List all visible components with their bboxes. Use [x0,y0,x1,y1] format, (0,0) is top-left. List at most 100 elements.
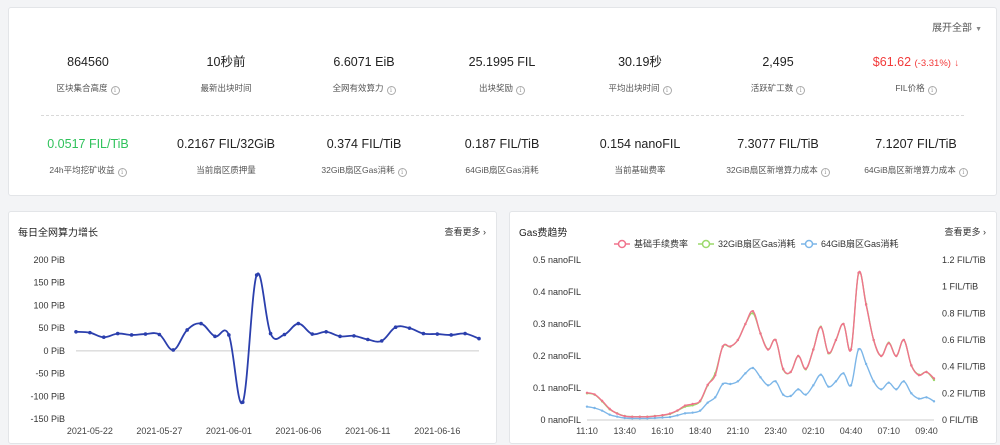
data-point [797,354,800,358]
x-tick-label: 2021-05-22 [67,426,113,436]
x-tick-label: 09:40 [915,426,938,436]
data-point [615,415,619,418]
data-point [849,384,853,387]
data-point [608,407,611,410]
info-icon[interactable]: i [662,86,672,95]
power-growth-panel: 每日全网算力增长 查看更多 › 200 PiB 150 PiB 100 PiB 50 … [8,211,497,444]
data-point [600,399,604,402]
info-icon[interactable]: i [516,86,525,95]
data-point [608,413,611,416]
left-y-tick-label: 0.4 nanoFIL [533,287,581,297]
left-y-tick-label: 0.3 nanoFIL [533,319,581,329]
data-point [282,332,287,337]
legend-marker [617,239,627,249]
data-point [676,414,679,417]
data-point [812,348,815,351]
data-point [925,396,928,399]
right-y-tick-label: 1 FIL/TiB [942,282,978,292]
data-point [781,367,785,370]
data-point [646,415,649,418]
data-point [932,400,936,403]
data-point [917,397,921,400]
data-point [744,322,747,326]
data-point [683,412,687,415]
data-point [849,348,853,351]
stat-stats_row2-2: 0.374 FIL/TiB 32GiB扇区Gas消耗 i [295,136,433,177]
data-point [668,415,672,419]
stat-stats_row2-6: 7.1207 FIL/TiB 64GiB扇区新增算力成本 i [847,136,985,177]
info-icon[interactable]: i [796,86,806,95]
gas-series-line-2 [586,347,935,420]
info-icon[interactable]: i [110,86,120,95]
data-point [804,367,807,370]
data-point [797,388,800,391]
right-y-tick-label: 0.4 FIL/TiB [942,362,986,372]
data-point [744,372,747,375]
info-icon[interactable]: i [397,168,407,177]
info-icon[interactable]: i [927,86,937,95]
data-point [668,412,672,415]
data-point [683,404,687,407]
data-point [449,333,454,337]
y-tick-label: 100 PiB [33,300,65,310]
legend-label: 基础手续费率 [634,238,688,249]
stat-value: 30.19秒 [618,55,662,69]
data-point [781,393,785,396]
data-point [366,337,370,342]
data-point [819,373,823,376]
expand-all-label: 展开全部 [932,23,973,34]
data-point [324,329,328,334]
arrow-down-icon: ↓ [954,58,960,69]
data-point [917,374,921,377]
data-point [101,335,106,340]
stat-stats_row1-0: 864560 区块集合高度 i [19,54,157,95]
stat-stats_row1-5: 2,495 活跃矿工数 i [709,54,847,95]
x-tick-label: 04:40 [840,426,863,436]
info-icon[interactable]: i [820,168,830,177]
stat-label: FIL价格 i [847,82,985,95]
x-tick-label: 2021-06-06 [275,426,321,436]
stat-value: 0.154 nanoFIL [599,137,681,151]
x-tick-label: 13:40 [613,426,636,436]
x-tick-label: 2021-06-01 [206,426,252,436]
data-point [804,393,807,396]
expand-all-button[interactable]: 展开全部 ▼ [932,19,982,34]
data-point [379,339,384,343]
network-stats-card: 展开全部 ▼ 864560 区块集合高度 i 10秒前 最新出块时间 6.6071 EiB 全… [8,7,997,196]
info-icon[interactable]: i [958,168,968,177]
data-point [721,345,724,348]
info-icon[interactable]: i [117,168,127,177]
gas-series-line-1 [586,271,935,418]
x-tick-label: 2021-06-16 [414,426,460,436]
data-point [902,338,906,342]
info-icon[interactable]: i [386,86,396,95]
data-point [751,366,755,370]
stat-value: $61.62 (-3.31%) ↓ [872,55,960,69]
stat-value: 864560 [67,55,109,69]
data-point [157,332,162,337]
stat-stats_row1-1: 10秒前 最新出块时间 [157,54,295,94]
data-point [910,364,913,367]
data-point [887,342,890,345]
gas-series-line-0 [586,270,935,418]
legend-label: 32GiB扇区Gas消耗 [718,238,796,249]
data-point [691,402,694,406]
x-tick-label: 18:40 [689,426,712,436]
stat-value: 0.374 FIL/TiB [326,137,402,151]
stat-value: 6.6071 EiB [333,55,395,69]
data-point [421,331,426,336]
data-point [879,354,883,358]
y-tick-label: 0 PiB [43,346,65,356]
data-point [895,354,898,358]
y-tick-label: -150 PiB [30,414,65,424]
x-tick-label: 16:10 [651,426,674,436]
data-point [729,382,732,386]
data-point [721,382,724,386]
stat-stats_row2-1: 0.2167 FIL/32GiB 当前扇区质押量 [157,136,295,176]
data-point [129,333,134,337]
left-y-tick-label: 0 nanoFIL [540,415,581,425]
stat-label: 64GiB扇区新增算力成本 i [847,164,985,177]
data-point [88,330,92,335]
stat-value: 0.0517 FIL/TiB [47,137,129,151]
stat-label: 32GiB扇区新增算力成本 i [709,164,847,177]
